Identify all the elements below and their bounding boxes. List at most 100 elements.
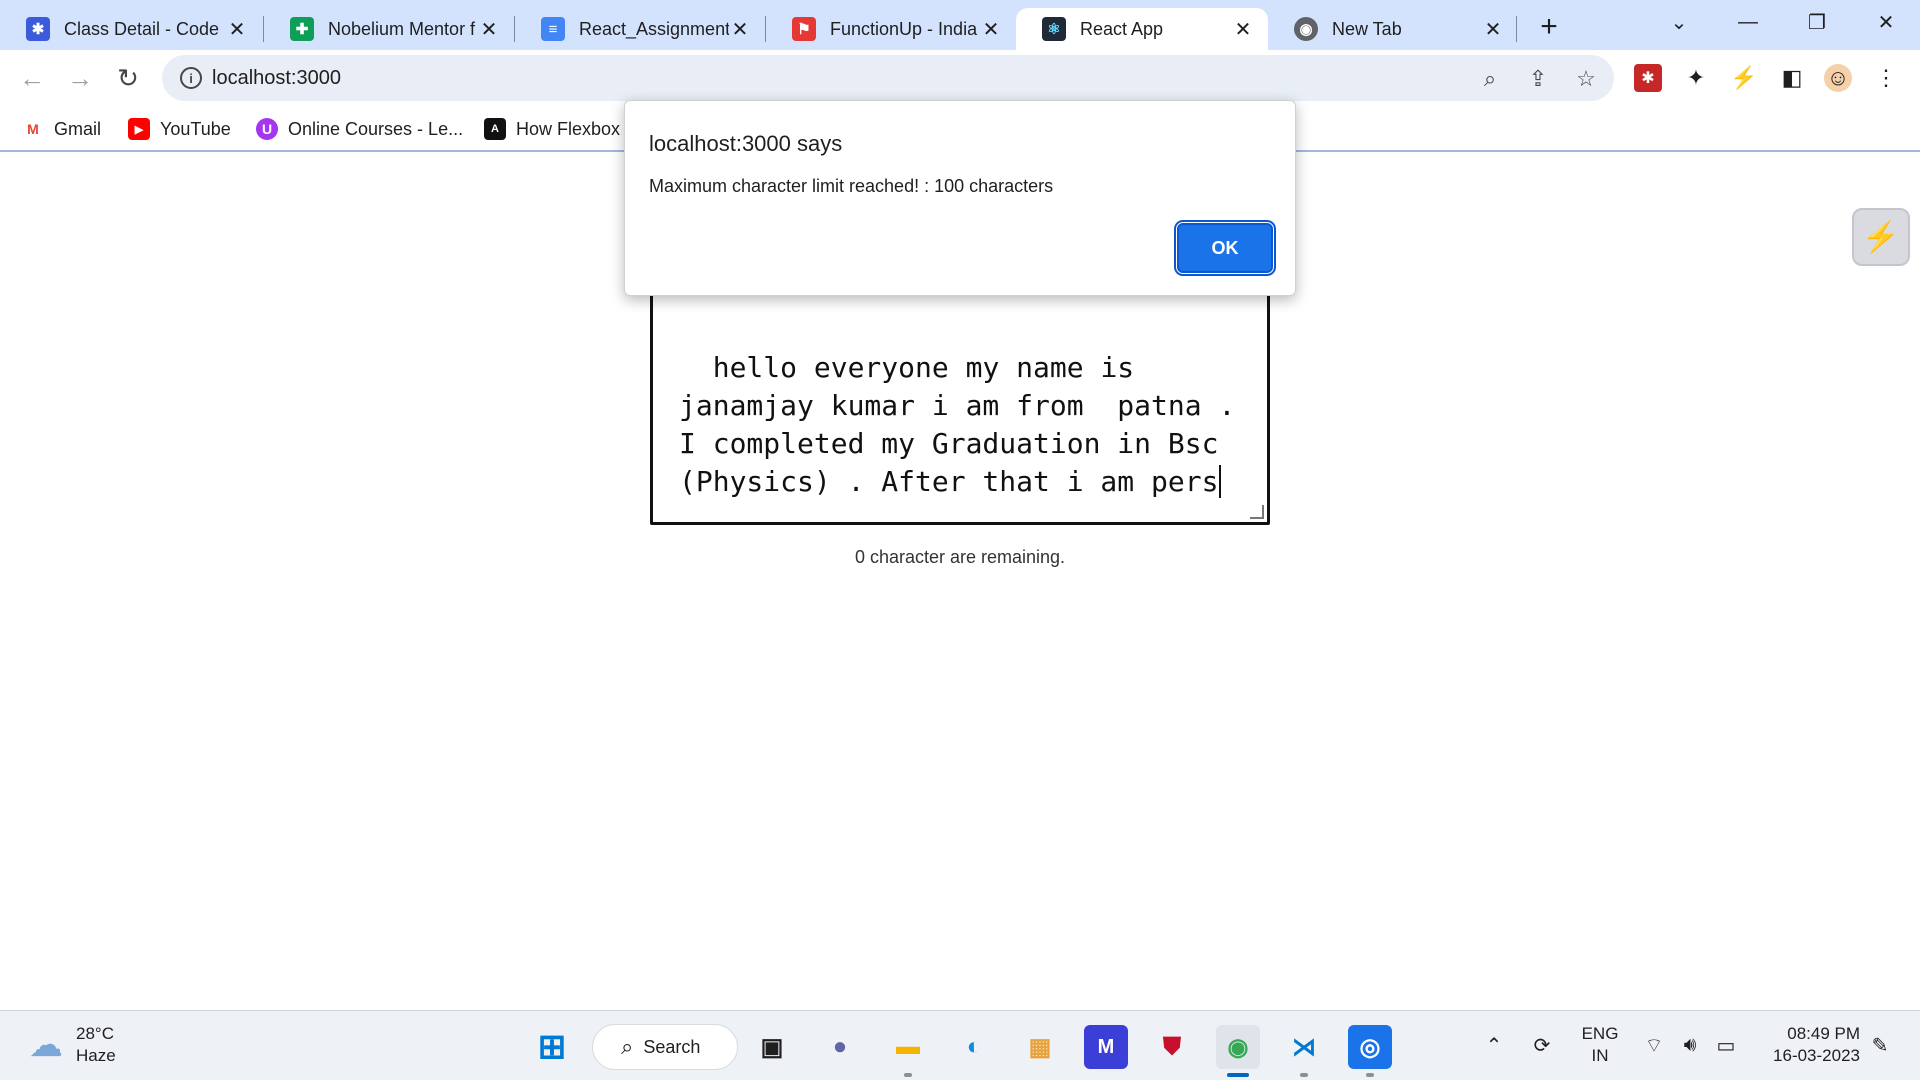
tab-react-app[interactable]: ⚛ React App ✕	[1016, 8, 1268, 50]
gmail-icon: M	[27, 121, 39, 137]
wifi-icon[interactable]: ⌔	[1640, 1031, 1668, 1059]
minimize-icon[interactable]: —	[1725, 6, 1771, 38]
running-indicator	[1300, 1073, 1308, 1077]
address-bar[interactable]: i localhost:3000 ⌕ ⇪ ☆	[162, 55, 1614, 101]
bookmark-how-flexbox[interactable]: A How Flexbox	[484, 114, 620, 144]
file-explorer-icon[interactable]: ▬	[886, 1025, 930, 1069]
running-indicator	[904, 1073, 912, 1077]
app-blue-icon[interactable]: M	[1084, 1025, 1128, 1069]
close-icon[interactable]: ✕	[980, 18, 1002, 41]
close-icon[interactable]: ✕	[729, 18, 751, 41]
resize-handle[interactable]	[1250, 505, 1264, 519]
task-view-icon[interactable]: ▣	[750, 1025, 794, 1069]
vscode-icon[interactable]: ⋊	[1282, 1025, 1326, 1069]
date: 16-03-2023	[1773, 1046, 1860, 1065]
bookmark-online-courses[interactable]: U Online Courses - Le...	[256, 114, 463, 144]
active-indicator	[1227, 1073, 1249, 1077]
app-camera-icon[interactable]: ◎	[1348, 1025, 1392, 1069]
close-icon[interactable]: ✕	[226, 18, 248, 41]
dialog-title: localhost:3000 says	[649, 131, 843, 156]
tab-new-tab[interactable]: ◉ New Tab ✕	[1268, 8, 1518, 50]
restore-icon[interactable]: ❐	[1794, 6, 1840, 38]
time: 08:49 PM	[1787, 1024, 1860, 1043]
dialog-message: Maximum character limit reached! : 100 c…	[649, 176, 1054, 196]
language-line-1: ENG	[1581, 1024, 1619, 1043]
tab-title: FunctionUp - India	[830, 18, 978, 39]
side-panel-icon[interactable]: ◧	[1778, 64, 1806, 92]
ok-button[interactable]: OK	[1174, 220, 1276, 276]
tab-class-detail[interactable]: ✱ Class Detail - Code ✕	[0, 8, 262, 50]
language-line-2: IN	[1591, 1046, 1609, 1065]
forward-arrow-icon[interactable]: →	[62, 60, 98, 96]
clock[interactable]: 08:49 PM 16-03-2023	[1760, 1023, 1860, 1067]
zoom-icon[interactable]: ⌕	[1476, 65, 1504, 93]
bookmark-label: How Flexbox	[516, 118, 621, 139]
taskbar-search[interactable]: ⌕ Search	[592, 1024, 738, 1070]
udemy-icon: U	[256, 118, 278, 140]
browser-toolbar: ← → ↻ i localhost:3000 ⌕ ⇪ ☆ ✱ ✦ ⚡ ◧ ☺ ⋮	[0, 50, 1920, 106]
close-window-icon[interactable]: ✕	[1863, 6, 1909, 38]
bookmark-label: Online Courses - Le...	[288, 118, 464, 139]
tab-title: Nobelium Mentor f	[328, 18, 476, 39]
chevron-up-icon[interactable]: ⌃	[1480, 1031, 1508, 1059]
close-icon[interactable]: ✕	[478, 18, 500, 41]
teams-chat-icon[interactable]: ●	[818, 1025, 862, 1069]
menu-kebab-icon[interactable]: ⋮	[1872, 64, 1900, 92]
profile-avatar[interactable]: ☺	[1824, 64, 1852, 92]
text-area-content: hello everyone my name is janamjay kumar…	[679, 351, 1253, 498]
weather-condition: Haze	[76, 1046, 116, 1065]
text-area[interactable]: hello everyone my name is janamjay kumar…	[650, 285, 1270, 525]
close-icon[interactable]: ✕	[1482, 18, 1504, 41]
tab-functionup[interactable]: ⚑ FunctionUp - India ✕	[766, 8, 1016, 50]
text-cursor	[1219, 465, 1222, 498]
running-indicator	[1366, 1073, 1374, 1077]
performance-icon[interactable]: ⚡	[1730, 64, 1758, 92]
search-label: Search	[643, 1036, 701, 1057]
battery-icon[interactable]: ▭	[1712, 1031, 1740, 1059]
mcafee-icon[interactable]: ⛊	[1150, 1025, 1194, 1069]
volume-icon[interactable]: 🔊︎	[1676, 1031, 1704, 1059]
microsoft-store-icon[interactable]: ▦	[1018, 1025, 1062, 1069]
edge-icon[interactable]: ◐	[952, 1025, 996, 1069]
characters-remaining-text: 0 character are remaining.	[854, 547, 1066, 567]
flexbox-icon: A	[484, 118, 506, 140]
tab-separator	[1516, 16, 1517, 42]
share-icon[interactable]: ⇪	[1524, 65, 1552, 93]
windows-start-icon[interactable]: ⊞	[530, 1025, 574, 1069]
language-indicator[interactable]: ENG IN	[1578, 1023, 1622, 1067]
bookmark-label: Gmail	[54, 118, 102, 139]
tab-title: React_Assignments	[579, 18, 729, 39]
close-icon[interactable]: ✕	[1232, 18, 1254, 41]
site-info-icon[interactable]: i	[180, 67, 202, 89]
notification-icon[interactable]: ✎	[1866, 1031, 1894, 1059]
bookmark-star-icon[interactable]: ☆	[1572, 65, 1600, 93]
chrome-taskbar-icon[interactable]: ◉	[1216, 1025, 1260, 1069]
bookmark-label: YouTube	[160, 118, 231, 139]
weather-widget[interactable]: ☁ 28°C Haze	[26, 1023, 116, 1067]
lightning-extension-icon[interactable]: ⚡	[1852, 208, 1910, 266]
sheets-icon: ✚	[290, 17, 314, 41]
tab-title: Class Detail - Code	[64, 18, 220, 39]
bookmark-gmail[interactable]: M Gmail	[22, 114, 101, 144]
codeade-icon: ✱	[26, 17, 50, 41]
cloud-sun-icon: ☁	[29, 1026, 63, 1064]
sync-icon[interactable]: ⟳	[1528, 1031, 1556, 1059]
tab-react-assignments[interactable]: ≡ React_Assignments ✕	[515, 8, 765, 50]
new-tab-button[interactable]: +	[1530, 8, 1568, 46]
youtube-icon: ▶	[128, 118, 150, 140]
reload-icon[interactable]: ↻	[110, 60, 146, 96]
bookmark-youtube[interactable]: ▶ YouTube	[128, 114, 231, 144]
back-arrow-icon[interactable]: ←	[14, 60, 50, 96]
url-text: localhost:3000	[212, 67, 341, 89]
tab-strip: ✱ Class Detail - Code ✕ ✚ Nobelium Mento…	[0, 0, 1920, 50]
react-icon: ⚛	[1042, 17, 1066, 41]
taskbar: ☁ 28°C Haze ⊞ ⌕ Search ▣ ● ▬ ◐ ▦ M ⛊ ◉ ⋊…	[0, 1010, 1920, 1080]
alert-dialog: localhost:3000 says Maximum character li…	[624, 100, 1296, 296]
extensions-puzzle-icon[interactable]: ✦	[1682, 64, 1710, 92]
tab-nobelium[interactable]: ✚ Nobelium Mentor f ✕	[264, 8, 514, 50]
temperature: 28°C	[76, 1024, 114, 1043]
tab-search-chevron-icon[interactable]: ⌄	[1656, 6, 1702, 38]
search-icon: ⌕	[621, 1034, 634, 1059]
docs-icon: ≡	[541, 17, 565, 41]
extension-red-icon[interactable]: ✱	[1634, 64, 1662, 92]
